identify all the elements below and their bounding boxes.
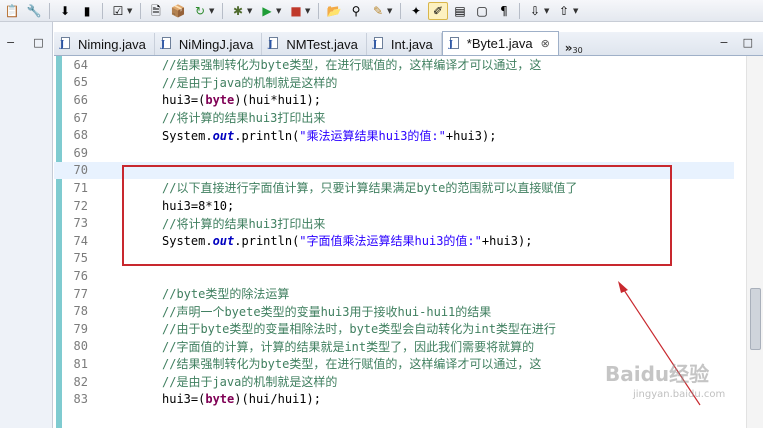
- watermark-logo: Baidu经验: [605, 362, 710, 386]
- baidu-watermark: Baidu经验 jingyan.baidu.com: [605, 358, 755, 414]
- watermark-url: jingyan.baidu.com: [633, 389, 726, 400]
